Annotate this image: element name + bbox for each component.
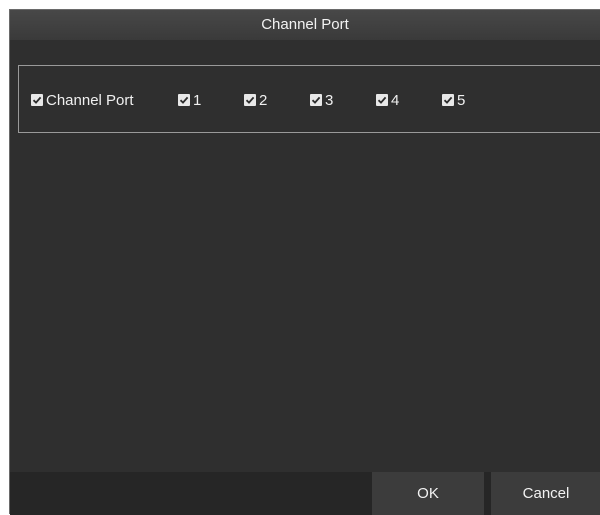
checkbox-channel-port[interactable]: Channel Port <box>31 92 178 109</box>
checkbox-checked-icon[interactable] <box>376 94 388 106</box>
checkbox-checked-icon[interactable] <box>178 94 190 106</box>
checkbox-channel-3[interactable]: 3 <box>310 92 376 109</box>
checkbox-checked-icon[interactable] <box>442 94 454 106</box>
dialog-title-bar: Channel Port <box>10 10 600 40</box>
channel-port-group: Channel Port 1 2 3 4 5 <box>18 65 600 133</box>
checkbox-channel-5[interactable]: 5 <box>442 92 508 109</box>
checkbox-channel-4[interactable]: 4 <box>376 92 442 109</box>
dialog-content: Channel Port 1 2 3 4 5 <box>10 40 600 472</box>
cancel-button[interactable]: Cancel <box>491 472 600 515</box>
checkbox-label: 4 <box>391 91 400 109</box>
checkbox-channel-1[interactable]: 1 <box>178 92 244 109</box>
checkbox-checked-icon[interactable] <box>31 94 43 106</box>
checkbox-label: Channel Port <box>46 91 134 109</box>
checkbox-label: 5 <box>457 91 466 109</box>
checkbox-channel-2[interactable]: 2 <box>244 92 310 109</box>
dialog-footer: OK Cancel <box>10 472 600 515</box>
checkbox-label: 2 <box>259 91 268 109</box>
checkbox-checked-icon[interactable] <box>310 94 322 106</box>
dialog-title: Channel Port <box>261 16 349 33</box>
ok-button[interactable]: OK <box>372 472 484 515</box>
checkbox-checked-icon[interactable] <box>244 94 256 106</box>
checkbox-label: 1 <box>193 91 202 109</box>
channel-port-dialog: Channel Port Channel Port 1 2 3 4 5 OK C… <box>9 9 600 515</box>
checkbox-row: Channel Port 1 2 3 4 5 <box>31 92 508 109</box>
checkbox-label: 3 <box>325 91 334 109</box>
